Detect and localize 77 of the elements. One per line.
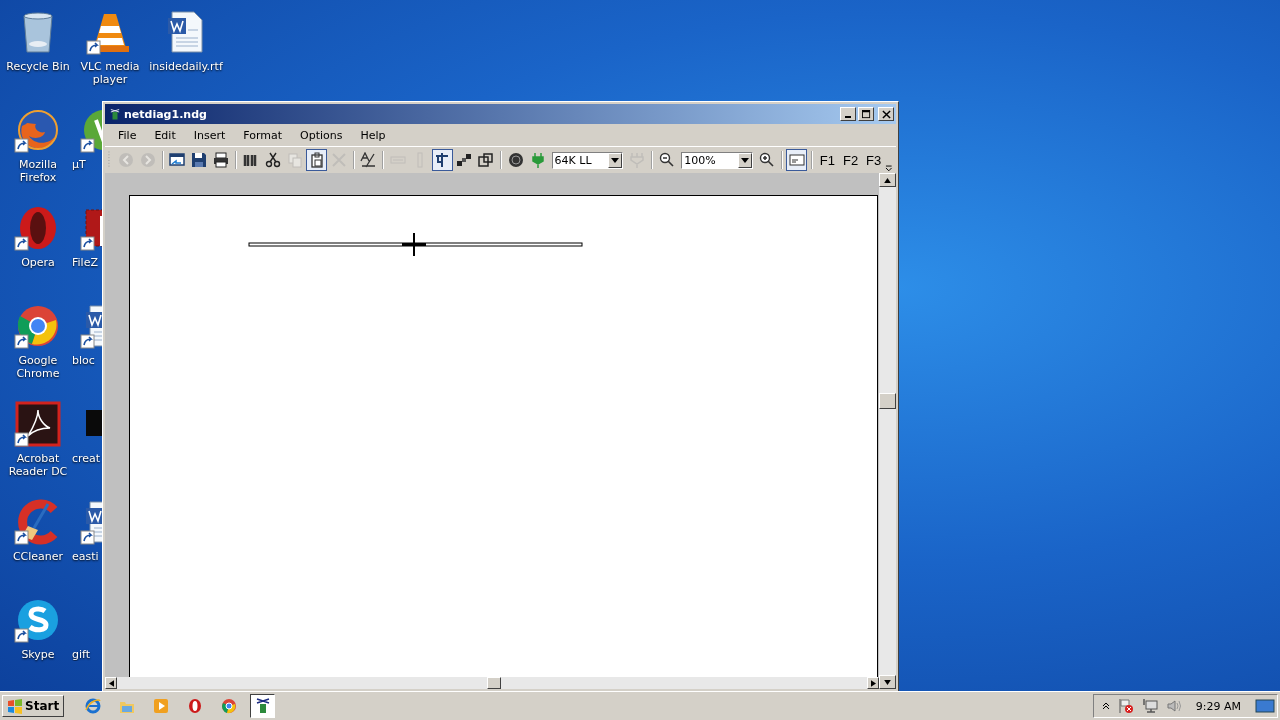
resize-icon bbox=[477, 152, 494, 168]
menu-item[interactable]: Format bbox=[234, 128, 292, 142]
vertical-scrollbar[interactable] bbox=[879, 173, 896, 689]
close-button[interactable] bbox=[878, 107, 894, 121]
window-icon bbox=[169, 152, 186, 168]
desktop-icon-label[interactable]: Opera bbox=[21, 256, 55, 269]
dropdown[interactable]: 64K LL bbox=[551, 151, 624, 169]
copy-icon bbox=[286, 152, 303, 168]
desktop-icon-label[interactable]: gift bbox=[72, 648, 91, 661]
desktop-icon-label[interactable]: CCleaner bbox=[12, 550, 64, 563]
paste-icon bbox=[308, 152, 325, 168]
zoom-in-icon bbox=[759, 152, 776, 168]
menu-item[interactable]: Options bbox=[291, 128, 352, 142]
scroll-thumb[interactable] bbox=[487, 677, 501, 689]
toolbar-button[interactable] bbox=[306, 149, 328, 171]
desktop-icon-label[interactable]: Skype bbox=[21, 648, 55, 661]
flag-error-icon[interactable] bbox=[1117, 698, 1134, 714]
scroll-down-icon bbox=[884, 679, 891, 685]
media-player-icon bbox=[152, 698, 169, 714]
print-icon bbox=[213, 152, 230, 168]
horizontal-scrollbar[interactable] bbox=[105, 677, 879, 689]
show-hidden-icons-icon[interactable] bbox=[1101, 702, 1110, 710]
scroll-up-icon bbox=[884, 177, 891, 183]
taskbar-button[interactable] bbox=[250, 694, 276, 718]
toolbar-button[interactable] bbox=[431, 149, 453, 171]
save-icon bbox=[191, 152, 208, 168]
chrome-icon bbox=[220, 698, 237, 714]
windows-logo-icon bbox=[7, 698, 23, 714]
maximize-button[interactable] bbox=[858, 107, 874, 121]
scroll-right-icon bbox=[870, 679, 876, 687]
forward-icon bbox=[139, 152, 156, 168]
window-title: netdiag1.ndg bbox=[124, 107, 208, 121]
menu-item[interactable]: File bbox=[109, 128, 146, 142]
card-icon bbox=[788, 152, 805, 168]
zoom-out-icon bbox=[659, 152, 676, 168]
toolbar-button[interactable]: F1 bbox=[815, 149, 839, 171]
desktop-icon-label[interactable]: bloc bbox=[72, 354, 95, 367]
link-line-drawing[interactable] bbox=[248, 232, 584, 258]
desktop-icon-label[interactable]: easti bbox=[72, 550, 99, 563]
cut-icon bbox=[265, 152, 281, 168]
close-icon bbox=[881, 109, 891, 119]
netdiag-icon bbox=[254, 698, 271, 714]
desktop-icon-label[interactable]: creat bbox=[72, 452, 101, 465]
desktop-icon-label[interactable]: µT bbox=[72, 158, 86, 171]
menu-item[interactable]: Edit bbox=[145, 128, 185, 142]
minimize-button[interactable] bbox=[840, 107, 856, 121]
text-icon bbox=[360, 152, 377, 168]
toolbar-button[interactable] bbox=[786, 149, 808, 171]
desktop-icon-label[interactable]: insidedaily.rtf bbox=[149, 60, 223, 73]
disc-icon bbox=[507, 152, 524, 168]
app-icon bbox=[110, 107, 120, 121]
desktop-icon-label[interactable]: VLC media player bbox=[72, 60, 148, 86]
start-button[interactable]: Start bbox=[2, 695, 65, 717]
back-icon bbox=[117, 152, 134, 168]
desktop-icon-label[interactable]: FileZ bbox=[72, 256, 98, 269]
scroll-left-icon bbox=[108, 679, 114, 687]
desktop-icon-label[interactable]: Recycle Bin bbox=[6, 60, 70, 73]
maximize-icon bbox=[861, 109, 871, 119]
opera-icon bbox=[186, 698, 203, 714]
menu-item[interactable]: Help bbox=[351, 128, 395, 142]
toolbar-button[interactable]: F2 bbox=[838, 149, 863, 171]
toolbar-button[interactable]: F3 bbox=[862, 149, 886, 171]
network-icon[interactable] bbox=[1141, 698, 1158, 714]
dropdown[interactable]: 100% bbox=[681, 151, 754, 169]
scroll-thumb[interactable] bbox=[879, 393, 896, 409]
minimize-icon bbox=[845, 116, 851, 118]
crosshair-icon bbox=[434, 152, 451, 168]
menu-item[interactable]: Insert bbox=[184, 128, 235, 142]
clock[interactable]: 9:29 AM bbox=[1195, 699, 1241, 713]
show-desktop-icon[interactable] bbox=[1255, 698, 1275, 714]
dropdown-arrow-icon bbox=[611, 157, 620, 163]
dropdown-arrow-icon bbox=[741, 157, 750, 163]
overflow-chevron-icon[interactable] bbox=[885, 163, 893, 171]
ie-icon bbox=[84, 698, 101, 714]
plug-icon bbox=[529, 152, 546, 168]
acrobat-icon[interactable] bbox=[14, 400, 62, 448]
nodes-icon bbox=[456, 152, 472, 168]
